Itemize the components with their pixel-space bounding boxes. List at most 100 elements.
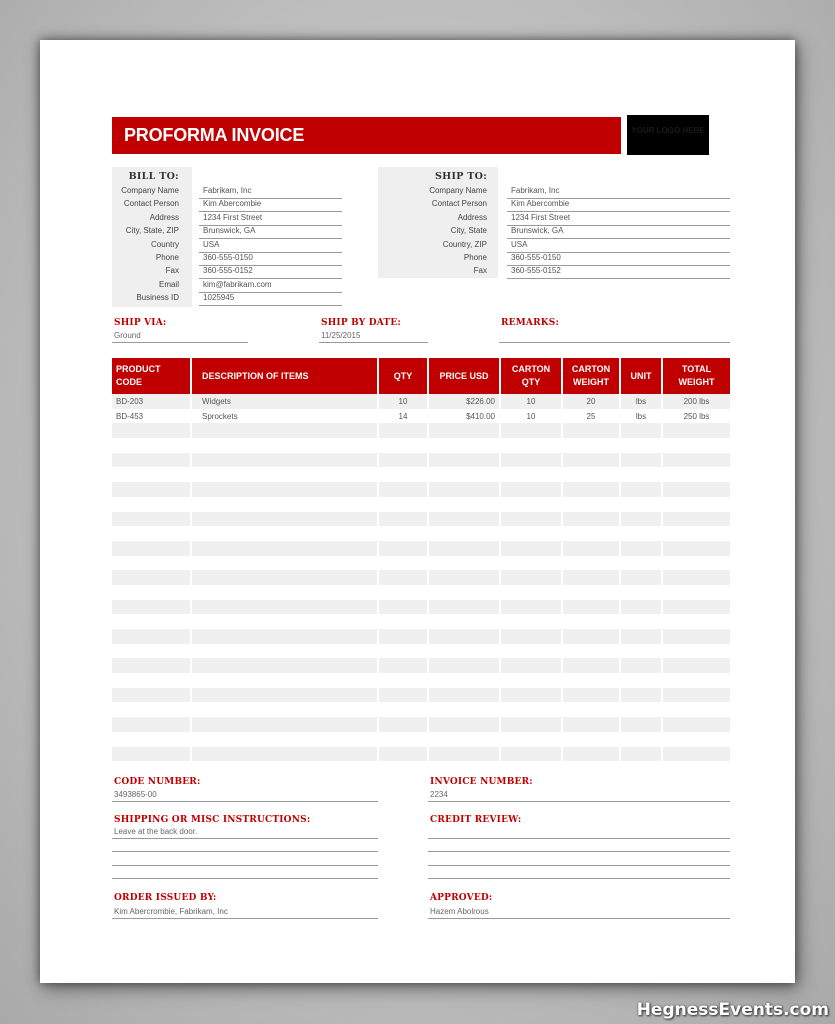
carton-weight-cell[interactable]: [561, 717, 620, 732]
carton-qty-cell[interactable]: [499, 717, 562, 732]
product-code-cell[interactable]: [112, 467, 191, 483]
unit-cell[interactable]: [619, 482, 662, 497]
unit-cell[interactable]: [619, 687, 662, 703]
instructions-field-line-2[interactable]: [112, 840, 378, 852]
carton-qty-cell[interactable]: 10: [499, 394, 562, 409]
total-weight-cell[interactable]: [661, 746, 730, 762]
total-weight-cell[interactable]: [661, 423, 730, 439]
carton-weight-cell[interactable]: [561, 526, 620, 541]
carton-qty-cell[interactable]: [499, 482, 562, 497]
qty-cell[interactable]: [377, 452, 428, 468]
product-code-cell[interactable]: [112, 761, 191, 776]
description-cell[interactable]: [190, 423, 378, 439]
description-cell[interactable]: [190, 526, 378, 541]
carton-weight-cell[interactable]: [561, 438, 620, 453]
bill-to-field-value[interactable]: 360-555-0152: [199, 266, 342, 280]
bill-to-field-value[interactable]: 1234 First Street: [199, 213, 342, 226]
product-code-cell[interactable]: [112, 540, 191, 556]
credit-review-field-line-3[interactable]: [428, 854, 730, 866]
carton-weight-cell[interactable]: [561, 452, 620, 468]
bill-to-field-value[interactable]: 360-555-0150: [199, 253, 342, 266]
carton-weight-cell[interactable]: [561, 496, 620, 512]
price-cell[interactable]: [427, 570, 500, 585]
instructions-field-line-3[interactable]: [112, 854, 378, 866]
qty-cell[interactable]: [377, 570, 428, 585]
qty-cell[interactable]: [377, 761, 428, 776]
price-cell[interactable]: [427, 673, 500, 688]
description-cell[interactable]: [190, 614, 378, 629]
price-cell[interactable]: [427, 702, 500, 718]
carton-qty-cell[interactable]: [499, 629, 562, 644]
description-cell[interactable]: [190, 570, 378, 585]
description-cell[interactable]: [190, 629, 378, 644]
qty-cell[interactable]: [377, 746, 428, 762]
column-header-carton-weight[interactable]: CARTON WEIGHT: [561, 358, 620, 394]
carton-qty-cell[interactable]: [499, 599, 562, 615]
unit-cell[interactable]: [619, 511, 662, 527]
price-cell[interactable]: [427, 526, 500, 541]
carton-qty-cell[interactable]: [499, 731, 562, 747]
carton-weight-cell[interactable]: [561, 761, 620, 776]
product-code-cell[interactable]: [112, 584, 191, 600]
unit-cell[interactable]: [619, 526, 662, 541]
product-code-cell[interactable]: [112, 643, 191, 659]
total-weight-cell[interactable]: [661, 658, 730, 674]
description-cell[interactable]: [190, 673, 378, 688]
description-cell[interactable]: [190, 761, 378, 776]
unit-cell[interactable]: [619, 584, 662, 600]
qty-cell[interactable]: [377, 702, 428, 718]
total-weight-cell[interactable]: [661, 614, 730, 629]
price-cell[interactable]: [427, 658, 500, 674]
price-cell[interactable]: [427, 599, 500, 615]
unit-cell[interactable]: [619, 599, 662, 615]
price-cell[interactable]: [427, 467, 500, 483]
total-weight-cell[interactable]: [661, 673, 730, 688]
ship-to-field-value[interactable]: Fabrikam, Inc: [507, 186, 730, 199]
description-cell[interactable]: [190, 438, 378, 453]
qty-cell[interactable]: 14: [377, 408, 428, 424]
bill-to-field-value[interactable]: USA: [199, 240, 342, 253]
price-cell[interactable]: [427, 438, 500, 453]
description-cell[interactable]: [190, 658, 378, 674]
carton-qty-cell[interactable]: [499, 643, 562, 659]
instructions-field-line-4[interactable]: [112, 867, 378, 879]
unit-cell[interactable]: [619, 438, 662, 453]
carton-qty-cell[interactable]: [499, 555, 562, 571]
price-cell[interactable]: [427, 643, 500, 659]
total-weight-cell[interactable]: [661, 511, 730, 527]
price-cell[interactable]: [427, 511, 500, 527]
qty-cell[interactable]: [377, 555, 428, 571]
unit-cell[interactable]: lbs: [619, 394, 662, 409]
qty-cell[interactable]: [377, 496, 428, 512]
credit-review-field-line-4[interactable]: [428, 867, 730, 879]
column-header-price[interactable]: PRICE USD: [427, 358, 500, 394]
invoice-number-field[interactable]: 2234: [428, 790, 730, 802]
unit-cell[interactable]: [619, 540, 662, 556]
qty-cell[interactable]: [377, 526, 428, 541]
product-code-cell[interactable]: [112, 702, 191, 718]
unit-cell[interactable]: [619, 717, 662, 732]
price-cell[interactable]: [427, 584, 500, 600]
total-weight-cell[interactable]: [661, 584, 730, 600]
total-weight-cell[interactable]: [661, 555, 730, 571]
carton-qty-cell[interactable]: [499, 438, 562, 453]
qty-cell[interactable]: [377, 482, 428, 497]
product-code-cell[interactable]: BD-203: [112, 394, 191, 409]
description-cell[interactable]: [190, 482, 378, 497]
total-weight-cell[interactable]: [661, 629, 730, 644]
description-cell[interactable]: [190, 731, 378, 747]
description-cell[interactable]: Sprockets: [190, 408, 378, 424]
price-cell[interactable]: [427, 731, 500, 747]
ship-to-field-value[interactable]: 1234 First Street: [507, 213, 730, 226]
total-weight-cell[interactable]: 250 lbs: [661, 408, 730, 424]
price-cell[interactable]: $226.00: [427, 394, 500, 409]
product-code-cell[interactable]: [112, 717, 191, 732]
carton-weight-cell[interactable]: [561, 746, 620, 762]
qty-cell[interactable]: [377, 584, 428, 600]
price-cell[interactable]: [427, 555, 500, 571]
unit-cell[interactable]: [619, 746, 662, 762]
unit-cell[interactable]: [619, 555, 662, 571]
carton-weight-cell[interactable]: [561, 643, 620, 659]
product-code-cell[interactable]: [112, 423, 191, 439]
carton-qty-cell[interactable]: [499, 467, 562, 483]
